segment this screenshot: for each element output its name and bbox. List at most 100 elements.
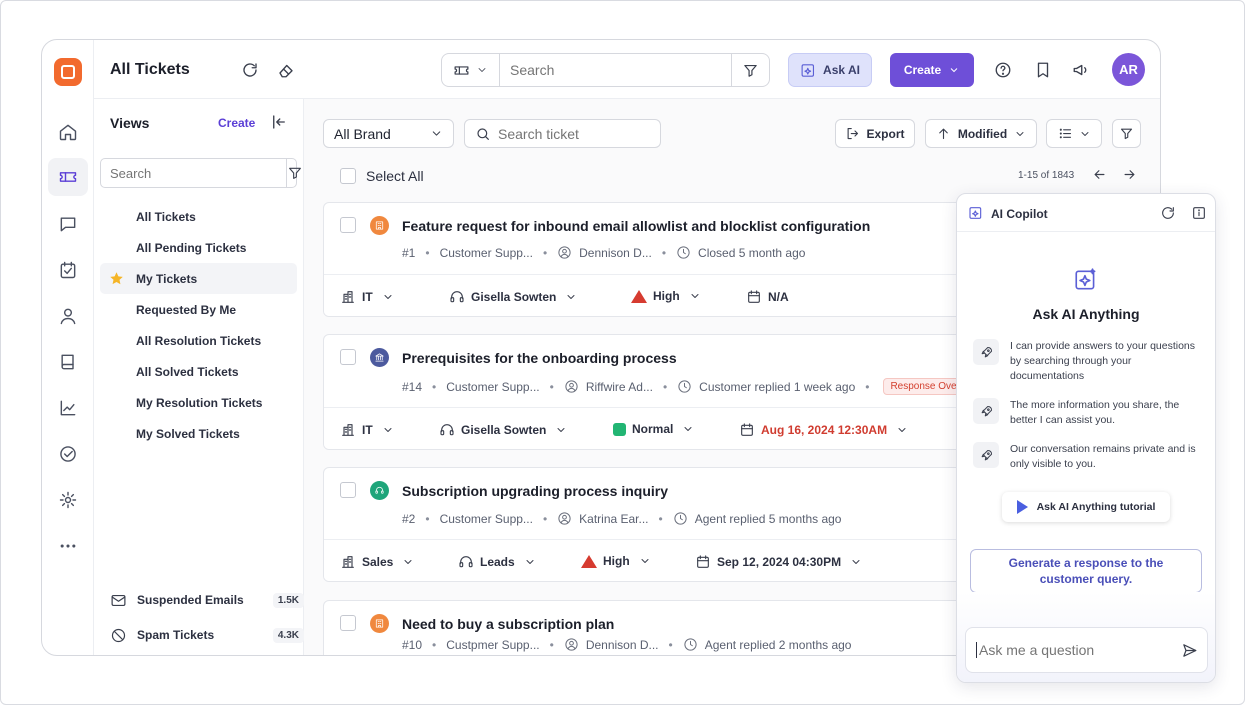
ticket-team: Customer Supp... [439, 245, 533, 260]
search-type-dropdown[interactable] [442, 54, 500, 86]
priority-value: High [603, 554, 630, 568]
view-item[interactable]: My Resolution Tickets [100, 387, 297, 418]
bookmark-icon[interactable] [1033, 60, 1053, 80]
due-date-dropdown[interactable]: Aug 16, 2024 12:30AM [739, 422, 908, 438]
collapse-panel-icon[interactable] [270, 113, 288, 136]
priority-dropdown[interactable]: Normal [613, 422, 694, 436]
ticket-title[interactable]: Feature request for inbound email allowl… [402, 218, 870, 234]
play-icon [1016, 500, 1028, 514]
search-filter-button[interactable] [731, 54, 769, 86]
knowledge-base-icon[interactable] [56, 350, 80, 374]
view-item[interactable]: All Tickets [100, 201, 297, 232]
due-date-field[interactable]: N/A [746, 289, 789, 305]
global-search-input[interactable] [500, 54, 731, 86]
ticket-id: #1 [402, 245, 416, 260]
ticket-title[interactable]: Need to buy a subscription plan [402, 616, 614, 632]
copilot-question-input[interactable] [976, 642, 1171, 658]
views-search-input[interactable] [101, 159, 286, 187]
mail-icon [111, 594, 126, 606]
ask-ai-label: Ask AI [823, 63, 860, 77]
building-icon [370, 216, 389, 235]
views-title: Views [110, 115, 150, 131]
view-item[interactable]: All Solved Tickets [100, 356, 297, 387]
approvals-icon[interactable] [56, 442, 80, 466]
export-button[interactable]: Export [835, 119, 915, 148]
next-page-icon[interactable] [1122, 167, 1137, 187]
ticket-checkbox[interactable] [340, 615, 356, 631]
chat-icon[interactable] [56, 212, 80, 236]
brand-select-value: All Brand [334, 125, 391, 142]
more-icon[interactable] [56, 534, 80, 558]
user-icon [558, 246, 571, 259]
layout-toggle-button[interactable] [1046, 119, 1102, 148]
calendar-icon [748, 290, 760, 303]
ask-ai-button[interactable]: Ask AI [788, 53, 872, 87]
ticket-assignee: Dennison D... [579, 245, 652, 260]
group-value: IT [362, 290, 373, 304]
ticket-team: Customer Supp... [446, 379, 540, 394]
eraser-icon[interactable] [276, 60, 296, 80]
select-all-checkbox[interactable] [340, 168, 356, 184]
ticket-checkbox[interactable] [340, 217, 356, 233]
sort-modified-button[interactable]: Modified [925, 119, 1037, 148]
suspended-emails-item[interactable]: Suspended Emails 1.5K [110, 590, 304, 610]
chevron-down-icon [684, 427, 692, 431]
create-button[interactable]: Create [890, 53, 974, 87]
refresh-icon[interactable] [240, 60, 260, 80]
agent-value: Leads [480, 555, 515, 569]
settings-gear-icon[interactable] [56, 488, 80, 512]
list-filter-button[interactable] [1112, 119, 1141, 148]
announcement-icon[interactable] [1071, 60, 1091, 80]
spam-tickets-item[interactable]: Spam Tickets 4.3K [110, 625, 304, 645]
views-create-link[interactable]: Create [218, 116, 255, 130]
ticket-checkbox[interactable] [340, 349, 356, 365]
filter-icon [1120, 128, 1133, 140]
tutorial-button[interactable]: Ask AI Anything tutorial [1002, 492, 1170, 522]
ticket-status: Agent replied 2 months ago [704, 637, 852, 652]
arrow-up-icon [939, 128, 948, 140]
priority-dropdown[interactable]: High [631, 289, 701, 303]
info-icon[interactable] [1191, 205, 1207, 226]
user-avatar[interactable]: AR [1112, 53, 1145, 86]
contacts-icon[interactable] [56, 304, 80, 328]
app-logo[interactable] [54, 58, 82, 86]
agent-dropdown[interactable]: Gisella Sowten [439, 422, 567, 438]
ticket-title[interactable]: Prerequisites for the onboarding process [402, 350, 677, 366]
group-dropdown[interactable]: Sales [340, 554, 414, 570]
view-item[interactable]: All Pending Tickets [100, 232, 297, 263]
agent-dropdown[interactable]: Gisella Sowten [449, 289, 577, 305]
user-icon [565, 638, 578, 651]
priority-dropdown[interactable]: High [581, 554, 651, 568]
view-item[interactable]: My Solved Tickets [100, 418, 297, 449]
prev-page-icon[interactable] [1092, 167, 1107, 187]
group-dropdown[interactable]: IT [340, 289, 394, 305]
ticket-checkbox[interactable] [340, 482, 356, 498]
send-icon[interactable] [1171, 642, 1207, 659]
group-dropdown[interactable]: IT [340, 422, 394, 438]
create-label: Create [903, 63, 942, 77]
home-icon[interactable] [56, 120, 80, 144]
priority-value: High [653, 289, 680, 303]
brand-select[interactable]: All Brand [323, 119, 454, 148]
view-item[interactable]: All Resolution Tickets [100, 325, 297, 356]
help-icon[interactable] [993, 60, 1013, 80]
reports-icon[interactable] [56, 396, 80, 420]
agent-dropdown[interactable]: Leads [458, 554, 536, 570]
ticket-meta: #14 • Customer Supp... • Riffwire Ad... • C… [402, 378, 964, 395]
page-title: All Tickets [110, 61, 190, 78]
copilot-tip: The more information you share, the bett… [973, 398, 1203, 428]
due-date-dropdown[interactable]: Sep 12, 2024 04:30PM [695, 554, 862, 570]
refresh-icon[interactable] [1160, 205, 1176, 226]
view-item-active[interactable]: My Tickets [100, 263, 297, 294]
views-filter-button[interactable] [286, 159, 303, 187]
select-all[interactable]: Select All [340, 168, 424, 184]
ticket-title[interactable]: Subscription upgrading process inquiry [402, 483, 668, 499]
ticket-type-icon [454, 65, 469, 75]
top-bar: All Tickets Ask AI Create [94, 40, 1160, 99]
suggested-prompt-button[interactable]: Generate a response to the customer quer… [970, 549, 1202, 593]
tasks-icon[interactable] [56, 258, 80, 282]
chevron-down-icon [404, 560, 412, 564]
tickets-icon[interactable] [48, 158, 88, 196]
ticket-search-input[interactable] [498, 125, 648, 142]
view-item[interactable]: Requested By Me [100, 294, 297, 325]
